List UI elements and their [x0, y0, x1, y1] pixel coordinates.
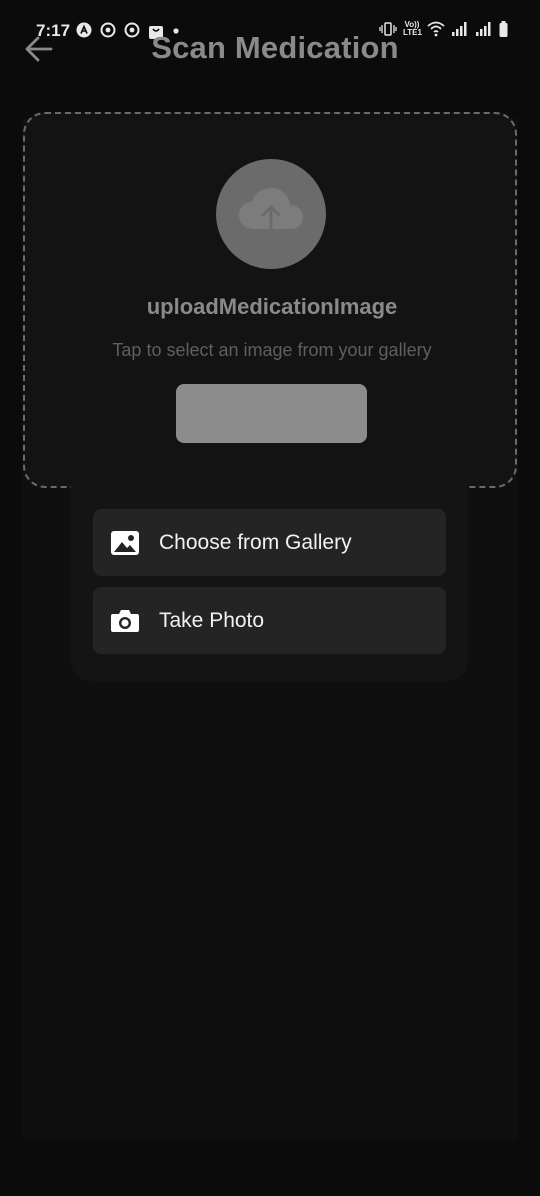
menu-item-label: Take Photo	[159, 608, 265, 632]
upload-dropzone[interactable]: uploadMedicationImage Tap to select an i…	[23, 112, 517, 488]
cloud-upload-icon	[236, 185, 306, 244]
page-title: Scan Medication	[151, 30, 399, 65]
upload-title: uploadMedicationImage	[146, 294, 398, 319]
upload-icon-circle	[216, 159, 326, 269]
upload-subtitle: Tap to select an image from your gallery	[112, 340, 432, 360]
camera-icon	[110, 606, 140, 636]
take-photo-button[interactable]: Take Photo	[93, 587, 446, 654]
choose-from-gallery-button[interactable]: Choose from Gallery	[93, 509, 446, 576]
scan-medication-screen: 7:17 Vo)) LTE1 Scan Medication uploadMed…	[0, 0, 540, 1196]
image-source-menu: Choose from Gallery Take Photo	[71, 484, 468, 681]
menu-item-label: Choose from Gallery	[159, 530, 352, 554]
image-icon	[110, 528, 140, 558]
upload-button[interactable]	[176, 384, 367, 443]
